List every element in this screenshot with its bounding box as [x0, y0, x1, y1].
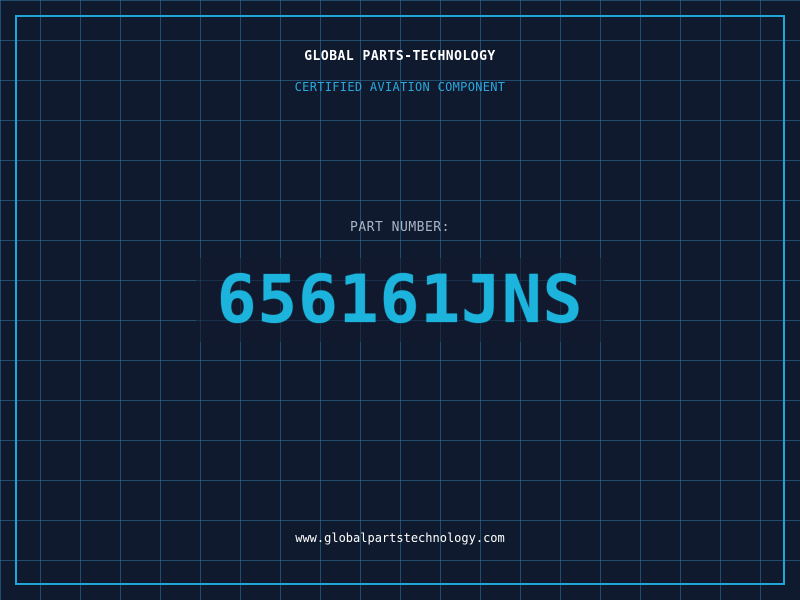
part-number-label: PART NUMBER: — [350, 220, 450, 235]
brand-title: GLOBAL PARTS-TECHNOLOGY — [304, 49, 496, 64]
certification-subtitle: CERTIFIED AVIATION COMPONENT — [294, 80, 506, 94]
website-link[interactable]: www.globalpartstechnology.com — [0, 531, 800, 545]
part-number-panel: 656161JNS — [196, 258, 604, 342]
part-number-value: 656161JNS — [216, 261, 584, 338]
part-label-card: GLOBAL PARTS-TECHNOLOGY CERTIFIED AVIATI… — [0, 0, 800, 600]
